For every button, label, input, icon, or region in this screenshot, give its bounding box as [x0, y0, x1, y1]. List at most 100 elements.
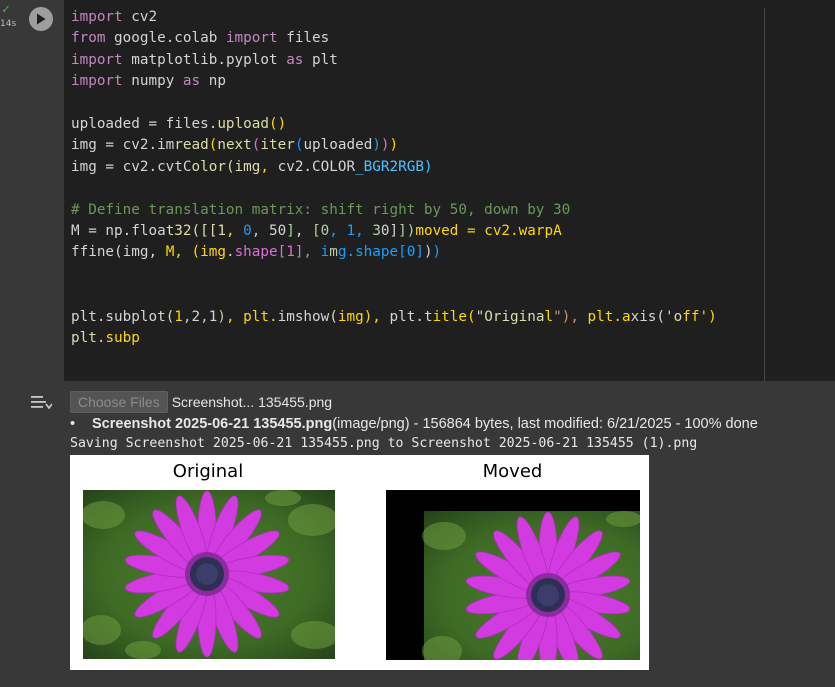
code-token: .	[225, 244, 235, 261]
code-token: ffine(img,	[71, 244, 158, 261]
code-token: cv2.COLOR	[269, 158, 356, 175]
cell-gutter: ✓ 14s	[0, 0, 19, 687]
plot-title-moved: Moved	[482, 461, 543, 482]
code-token: o	[673, 308, 683, 325]
code-token: ,	[182, 308, 192, 325]
code-token: M = np.floa	[71, 223, 166, 240]
code-token: numpy	[122, 73, 183, 90]
upload-status: • Screenshot 2025-06-21 135455.png(image/…	[70, 414, 758, 434]
run-cell-button[interactable]	[29, 7, 53, 31]
code-token: "	[475, 308, 485, 325]
code-token: g.shape[0]	[337, 244, 424, 261]
code-line: M = np.float32([[1, 0, 50], [0, 1, 30]])…	[71, 223, 562, 239]
moved-image	[386, 490, 640, 660]
code-block[interactable]: import cv2 from google.colab import file…	[71, 7, 717, 350]
upload-filename: Screenshot 2025-06-21 135455.png	[92, 416, 333, 432]
code-token: [0	[312, 223, 330, 240]
code-token: _BGR2RGB)	[355, 158, 433, 175]
code-line: import cv2	[71, 9, 157, 25]
code-token: iter	[260, 137, 295, 154]
code-token: from	[71, 30, 106, 47]
code-token: np	[200, 73, 226, 90]
play-icon	[37, 13, 46, 25]
code-line: plt.subp	[71, 330, 140, 346]
output-toggle-icon[interactable]	[30, 392, 52, 412]
code-token: ])	[398, 223, 416, 240]
code-token: 0	[243, 223, 252, 240]
flower-image	[83, 490, 335, 659]
code-token: )	[372, 137, 381, 154]
code-token: l	[544, 308, 554, 325]
code-line: img = cv2.cvtColor(img, cv2.COLOR_BGR2RG…	[71, 159, 433, 175]
code-token: matplotlib.pyplot	[122, 51, 287, 68]
saving-message: Saving Screenshot 2025-06-21 135455.png …	[70, 436, 698, 451]
code-token: uploaded	[303, 137, 373, 154]
code-token: plt.	[71, 330, 106, 347]
code-token: img),	[337, 308, 381, 325]
plot-title-original: Original	[172, 461, 244, 482]
editor-ruler	[764, 8, 765, 381]
code-token: m	[329, 244, 338, 261]
code-token: (	[165, 308, 175, 325]
code-token: , plt.	[225, 308, 278, 325]
code-token: (	[329, 308, 338, 325]
run-column	[19, 0, 64, 381]
code-line: # Define translation matrix: shift right…	[71, 202, 570, 218]
code-token: uploaded = files.	[71, 116, 218, 133]
code-token: img = cv2.im	[71, 137, 175, 154]
code-token: cv2	[122, 9, 158, 25]
code-token: plt.a	[578, 308, 631, 325]
code-token: 0]	[380, 223, 399, 240]
code-token: ,	[200, 308, 209, 325]
code-line: import numpy as np	[71, 73, 226, 89]
code-token: )	[380, 137, 390, 154]
file-upload-row: Choose Files Screenshot... 135455.png	[70, 391, 332, 413]
code-token: shape[1],	[234, 244, 313, 261]
code-token: import	[71, 9, 123, 25]
code-token: next	[217, 137, 252, 154]
code-token: "),	[553, 308, 579, 325]
check-icon: ✓	[2, 2, 10, 17]
code-token: import	[71, 51, 123, 68]
code-token: )	[217, 308, 226, 325]
execution-time: 14s	[0, 19, 17, 29]
code-line: import matplotlib.pyplot as plt	[71, 52, 338, 68]
code-token: xis('	[630, 308, 674, 325]
code-token: as	[286, 51, 304, 68]
code-token: olor(img	[191, 158, 261, 175]
code-token: plt.t	[380, 308, 433, 325]
code-token: )	[432, 244, 442, 261]
code-token: i	[320, 244, 330, 261]
choose-files-button[interactable]: Choose Files	[70, 391, 168, 413]
code-token: # Define translation matrix: shift right…	[71, 201, 571, 218]
code-line: uploaded = files.upload()	[71, 116, 286, 132]
code-token: read	[174, 137, 209, 154]
code-token: ()	[268, 116, 287, 133]
code-token: plt.subplot	[71, 308, 166, 325]
code-token: img = cv2.cvtC	[71, 158, 192, 175]
code-token: imshow	[277, 308, 330, 325]
code-token: upload	[217, 116, 269, 133]
matplotlib-figure: Original Moved	[70, 455, 649, 670]
code-token: 1	[174, 308, 183, 325]
code-token: subp	[105, 330, 140, 347]
code-token: itle(	[432, 308, 476, 325]
code-token: ,	[260, 158, 269, 175]
code-token: )	[389, 137, 399, 154]
code-token: import	[225, 30, 278, 47]
code-token: import	[71, 73, 123, 90]
bullet: •	[70, 416, 76, 432]
code-token: 50	[260, 223, 287, 240]
selected-file-name: Screenshot... 135455.png	[171, 394, 333, 410]
code-token: ]	[286, 223, 295, 240]
code-token: 2	[191, 308, 201, 325]
code-token: 1,	[346, 223, 373, 240]
code-token: ,	[294, 223, 313, 240]
code-token: ff')	[682, 308, 717, 325]
original-image	[83, 490, 335, 659]
code-token: M, (img	[165, 244, 226, 261]
code-token: )	[423, 244, 433, 261]
code-line: plt.subplot(1,2,1), plt.imshow(img), plt…	[71, 309, 717, 325]
